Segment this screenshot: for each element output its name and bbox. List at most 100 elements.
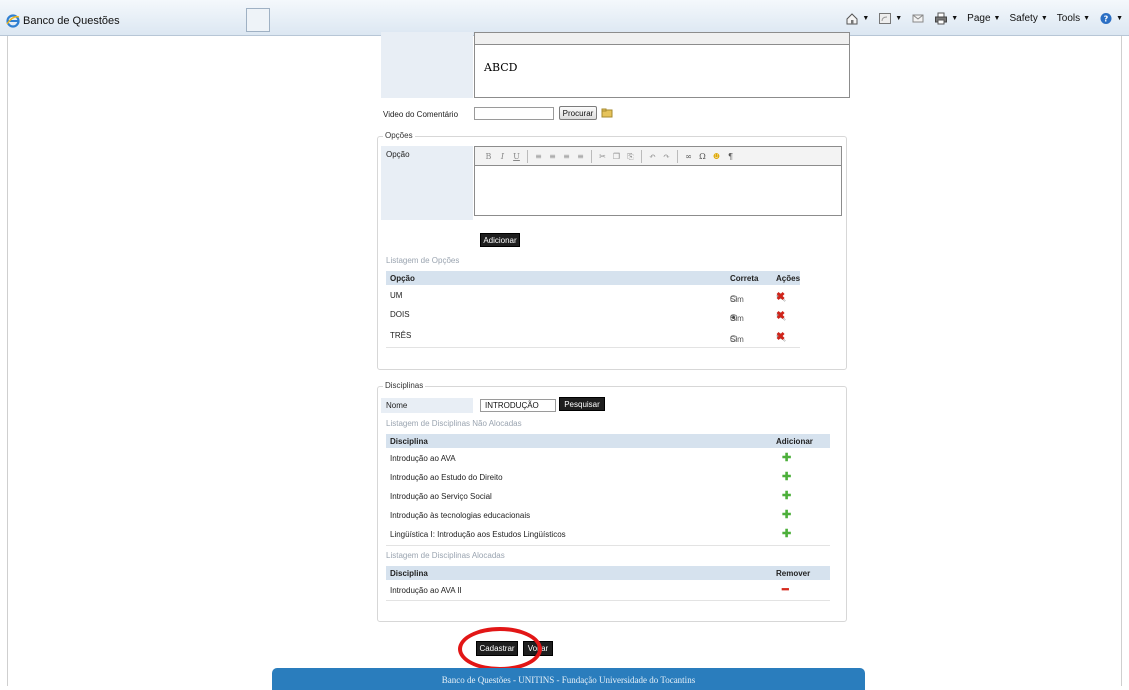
- unallocated-row: Introdução ao AVA ✚: [386, 450, 830, 468]
- align-right-icon[interactable]: ≡: [561, 151, 572, 162]
- discipline-name: Introdução às tecnologias educacionais: [390, 511, 531, 520]
- allocated-grid-header: Disciplina Remover: [386, 566, 830, 580]
- command-bar: ▼ ▼ ▼ Page ▼ Safety ▼ Tools ▼ ? ▼: [845, 12, 1123, 25]
- page-border-right: [1121, 36, 1122, 686]
- help-icon: ?: [1100, 13, 1112, 24]
- safety-menu[interactable]: Safety ▼: [1009, 13, 1047, 24]
- mail-button[interactable]: [911, 12, 925, 25]
- unallocated-grid-header: Disciplina Adicionar: [386, 434, 830, 448]
- chevron-down-icon: ▼: [1116, 15, 1123, 22]
- discipline-name: Lingüística I: Introdução aos Estudos Li…: [390, 530, 566, 539]
- option-text: TRÊS: [390, 331, 412, 340]
- grid-divider: [386, 600, 830, 601]
- delete-icon[interactable]: ✖: [776, 332, 785, 343]
- toolbar-separator: [527, 149, 528, 163]
- chevron-down-icon: ▼: [1083, 15, 1091, 22]
- ie-logo-icon: [6, 14, 20, 28]
- help-button[interactable]: ? ▼: [1099, 12, 1123, 25]
- underline-icon[interactable]: U: [511, 151, 522, 162]
- browser-tab[interactable]: Banco de Questões: [6, 10, 246, 32]
- highlight-circle: [458, 627, 542, 671]
- comment-editor-content[interactable]: ABCD: [475, 45, 849, 88]
- discipline-name-input[interactable]: INTRODUÇÃO: [480, 399, 556, 412]
- option-row: TRÊS Sim 🔍︎ ✎ ✖: [386, 327, 800, 345]
- new-tab-button[interactable]: [246, 8, 270, 32]
- discipline-name: Introdução ao Estudo do Direito: [390, 473, 503, 482]
- option-text: UM: [390, 291, 403, 300]
- option-text: DOIS: [390, 310, 410, 319]
- feeds-icon: [879, 13, 892, 24]
- chevron-down-icon: ▼: [895, 15, 903, 22]
- remove-icon[interactable]: ━: [782, 583, 789, 596]
- discipline-name: Introdução ao Serviço Social: [390, 492, 492, 501]
- correct-label: Sim: [730, 335, 744, 344]
- printer-icon: [935, 12, 948, 25]
- column-correct: Correta: [730, 274, 759, 283]
- chevron-down-icon: ▼: [862, 15, 870, 22]
- add-icon[interactable]: ✚: [782, 527, 791, 540]
- browse-button[interactable]: Procurar: [559, 106, 597, 120]
- copy-icon[interactable]: ❐: [611, 151, 622, 162]
- correct-label: Sim: [730, 314, 744, 323]
- discipline-name: Introdução ao AVA II: [390, 586, 462, 595]
- mail-icon: [912, 14, 924, 23]
- add-icon[interactable]: ✚: [782, 451, 791, 464]
- spellcheck-icon[interactable]: ¶: [725, 151, 736, 162]
- add-icon[interactable]: ✚: [782, 508, 791, 521]
- options-legend: Opções: [383, 131, 415, 140]
- column-remove: Remover: [776, 569, 811, 578]
- unallocated-row: Introdução às tecnologias educacionais ✚: [386, 507, 830, 525]
- feeds-button[interactable]: ▼: [878, 12, 902, 25]
- option-field-label: Opção: [386, 150, 410, 159]
- print-button[interactable]: ▼: [934, 12, 958, 25]
- delete-icon[interactable]: ✖: [776, 311, 785, 322]
- column-discipline: Disciplina: [390, 569, 428, 578]
- discipline-name: Introdução ao AVA: [390, 454, 456, 463]
- comment-label-cell: [381, 32, 473, 98]
- paste-icon[interactable]: ⎘: [625, 151, 636, 162]
- options-grid-header: Opção Correta Ações: [386, 271, 800, 285]
- page-menu[interactable]: Page ▼: [967, 13, 1000, 24]
- link-icon[interactable]: ∞: [683, 151, 694, 162]
- safety-menu-label: Safety: [1009, 13, 1038, 24]
- special-char-icon[interactable]: Ω: [697, 151, 708, 162]
- chevron-down-icon: ▼: [993, 15, 1001, 22]
- bold-icon[interactable]: B: [483, 151, 494, 162]
- home-icon: [846, 13, 858, 25]
- align-center-icon[interactable]: ≡: [547, 151, 558, 162]
- add-option-button[interactable]: Adicionar: [480, 233, 520, 247]
- svg-text:?: ?: [1104, 15, 1109, 24]
- emoticon-icon[interactable]: ☻: [711, 151, 722, 162]
- option-editor-toolbar: B I U ≡ ≡ ≡ ≡ ✂ ❐ ⎘ ↶ ↷ ∞ Ω ☻ ¶: [475, 147, 841, 166]
- unallocated-row: Introdução ao Serviço Social ✚: [386, 488, 830, 506]
- column-option: Opção: [390, 274, 415, 283]
- redo-icon[interactable]: ↷: [661, 151, 672, 162]
- option-editor[interactable]: B I U ≡ ≡ ≡ ≡ ✂ ❐ ⎘ ↶ ↷ ∞ Ω ☻ ¶: [474, 146, 842, 216]
- comment-editor-toolbar: [475, 33, 849, 45]
- tools-menu[interactable]: Tools ▼: [1057, 13, 1090, 24]
- home-button[interactable]: ▼: [845, 12, 869, 25]
- options-list-caption: Listagem de Opções: [386, 256, 460, 265]
- delete-icon[interactable]: ✖: [776, 292, 785, 303]
- comment-editor[interactable]: ABCD: [474, 32, 850, 98]
- italic-icon[interactable]: I: [497, 151, 508, 162]
- page-menu-label: Page: [967, 13, 991, 24]
- video-file-input[interactable]: [474, 107, 554, 120]
- grid-divider: [386, 545, 830, 546]
- undo-icon[interactable]: ↶: [647, 151, 658, 162]
- page-border-left: [7, 36, 8, 686]
- unallocated-caption: Listagem de Disciplinas Não Alocadas: [386, 419, 522, 428]
- add-icon[interactable]: ✚: [782, 470, 791, 483]
- folder-icon[interactable]: [601, 107, 613, 119]
- column-actions: Ações: [776, 274, 801, 283]
- align-justify-icon[interactable]: ≡: [575, 151, 586, 162]
- column-add: Adicionar: [776, 437, 813, 446]
- toolbar-separator: [641, 149, 642, 163]
- toolbar-separator: [591, 149, 592, 163]
- cut-icon[interactable]: ✂: [597, 151, 608, 162]
- align-left-icon[interactable]: ≡: [533, 151, 544, 162]
- add-icon[interactable]: ✚: [782, 489, 791, 502]
- disciplines-legend: Disciplinas: [383, 381, 426, 390]
- search-discipline-button[interactable]: Pesquisar: [559, 397, 605, 411]
- browser-toolbar: Banco de Questões ▼ ▼ ▼ Page ▼ Safety ▼ …: [0, 0, 1129, 36]
